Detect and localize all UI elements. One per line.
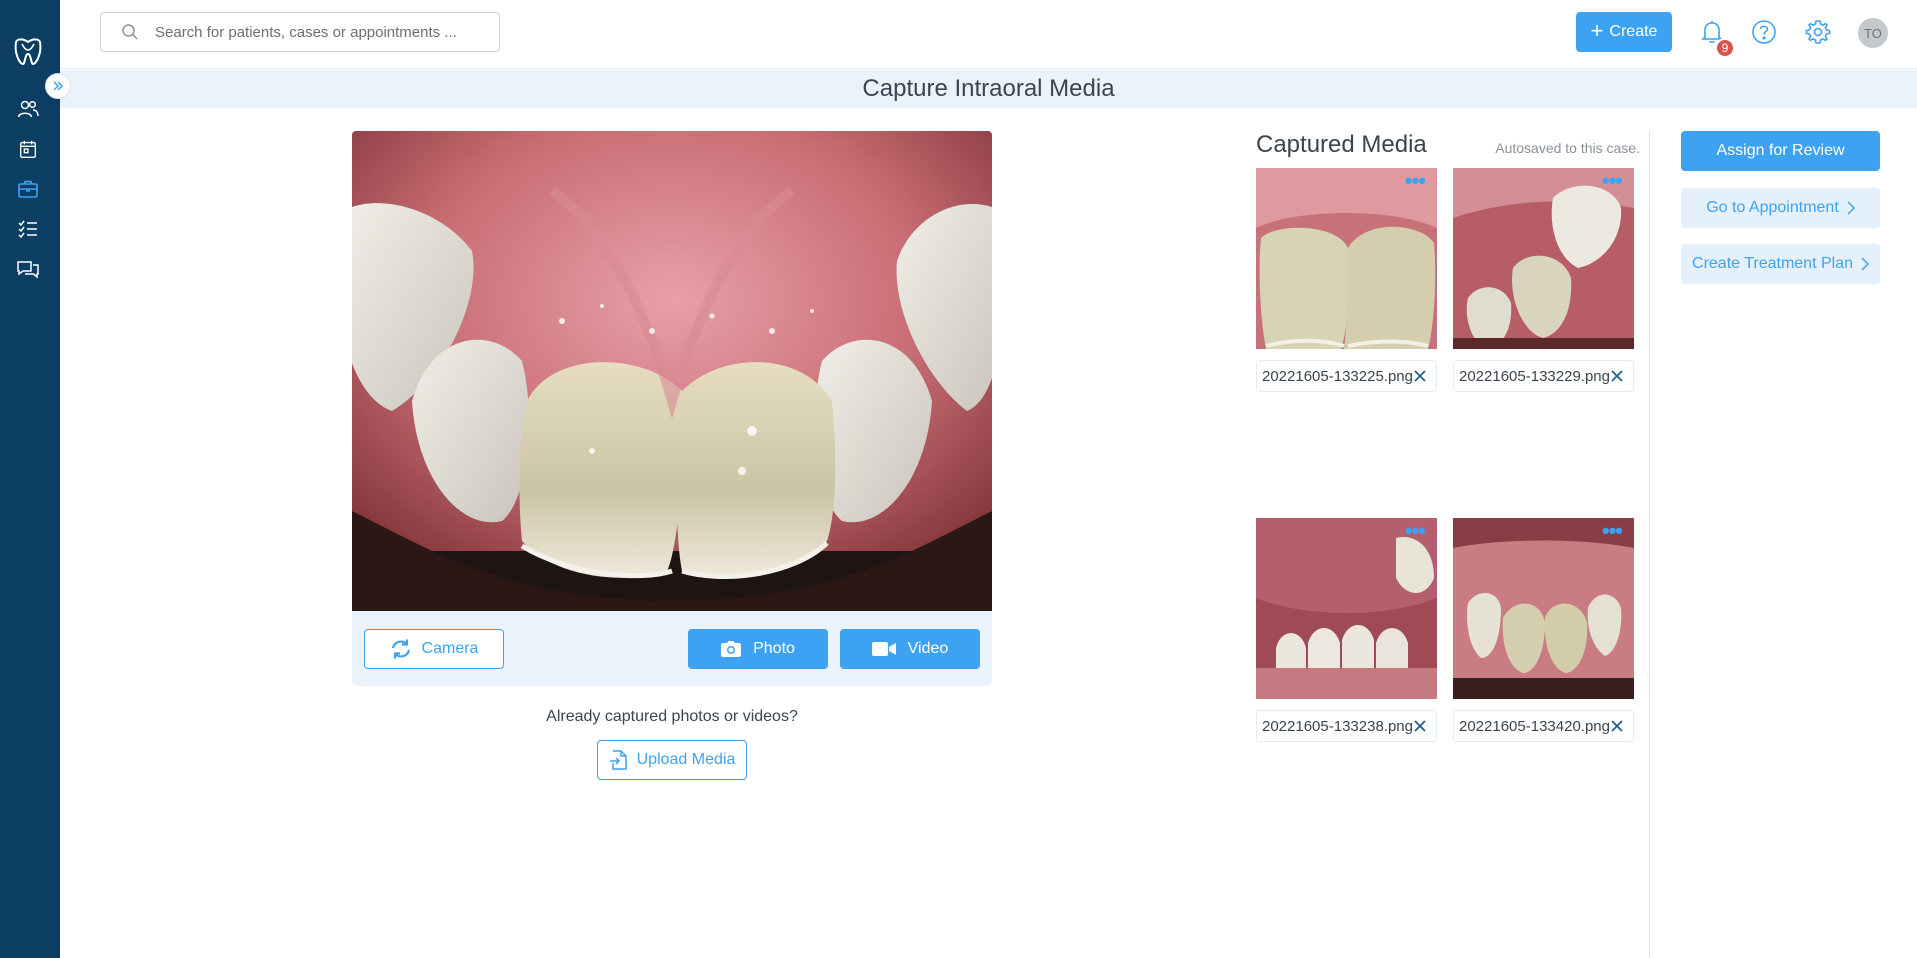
page-title-band: Capture Intraoral Media <box>60 70 1917 108</box>
patients-icon <box>17 100 39 118</box>
media-thumbnail-3[interactable]: ••• <box>1256 518 1437 699</box>
search-box[interactable] <box>100 12 500 52</box>
take-photo-button[interactable]: Photo <box>688 629 828 669</box>
video-button-label: Video <box>907 640 949 657</box>
create-button-label: Create <box>1609 23 1658 40</box>
already-captured-text: Already captured photos or videos? <box>546 708 798 725</box>
refresh-icon <box>391 639 410 659</box>
thumbnail-image <box>1256 168 1437 349</box>
more-options-icon[interactable]: ••• <box>1602 170 1623 192</box>
user-avatar[interactable]: TO <box>1858 18 1888 48</box>
go-to-appointment-label: Go to Appointment <box>1706 199 1839 216</box>
double-chevron-right-icon <box>53 81 64 91</box>
upload-media-button[interactable]: Upload Media <box>597 740 747 780</box>
thumbnail-image <box>1453 168 1634 349</box>
file-upload-icon <box>609 750 627 770</box>
video-camera-icon <box>871 642 896 656</box>
upload-media-label: Upload Media <box>636 751 736 768</box>
top-bar: + Create 9 TO <box>60 0 1917 69</box>
help-button[interactable] <box>1750 18 1778 46</box>
sidebar-item-messages[interactable] <box>14 255 42 283</box>
sidebar-item-calendar[interactable] <box>14 135 42 163</box>
chevron-right-icon <box>1861 257 1869 271</box>
thumbnail-image <box>1453 518 1634 699</box>
vertical-divider <box>1649 131 1650 958</box>
camera-button-label: Camera <box>421 640 479 657</box>
camera-icon <box>721 641 742 657</box>
thumbnail-image <box>1256 518 1437 699</box>
media-thumbnail-1[interactable]: ••• <box>1256 168 1437 349</box>
media-filename-2: 20221605-133229.png <box>1453 360 1634 392</box>
remove-media-icon[interactable] <box>1609 718 1625 734</box>
calendar-icon <box>19 140 37 158</box>
assign-for-review-button[interactable]: Assign for Review <box>1681 131 1880 171</box>
more-options-icon[interactable]: ••• <box>1405 520 1426 542</box>
sidebar-item-tasks[interactable] <box>14 215 42 243</box>
filename-text: 20221605-133225.png <box>1262 367 1413 385</box>
search-input[interactable] <box>155 23 485 41</box>
remove-media-icon[interactable] <box>1412 718 1428 734</box>
more-options-icon[interactable]: ••• <box>1602 520 1623 542</box>
settings-button[interactable] <box>1804 18 1832 46</box>
plus-icon: + <box>1590 18 1604 43</box>
search-icon <box>122 24 138 40</box>
sidebar-expand-button[interactable] <box>45 73 71 99</box>
go-to-appointment-button[interactable]: Go to Appointment <box>1681 188 1880 228</box>
gear-icon <box>1805 20 1831 44</box>
intraoral-photo-image <box>352 131 992 611</box>
media-filename-1: 20221605-133225.png <box>1256 360 1437 392</box>
camera-preview <box>352 131 992 611</box>
remove-media-icon[interactable] <box>1609 368 1625 384</box>
record-video-button[interactable]: Video <box>840 629 980 669</box>
filename-text: 20221605-133238.png <box>1262 717 1413 735</box>
tasks-icon <box>18 220 37 239</box>
help-icon <box>1752 20 1776 44</box>
filename-text: 20221605-133420.png <box>1459 717 1610 735</box>
chevron-right-icon <box>1847 201 1855 215</box>
photo-button-label: Photo <box>753 640 795 657</box>
sidebar-item-patients[interactable] <box>14 95 42 123</box>
media-thumbnail-4[interactable]: ••• <box>1453 518 1634 699</box>
media-filename-3: 20221605-133238.png <box>1256 710 1437 742</box>
filename-text: 20221605-133229.png <box>1459 367 1610 385</box>
sidebar-item-cases[interactable] <box>14 175 42 203</box>
switch-camera-button[interactable]: Camera <box>364 629 504 669</box>
create-treatment-plan-label: Create Treatment Plan <box>1692 255 1853 272</box>
page-title: Capture Intraoral Media <box>862 75 1115 102</box>
media-thumbnail-2[interactable]: ••• <box>1453 168 1634 349</box>
notification-count-badge: 9 <box>1715 38 1735 58</box>
tooth-logo-icon[interactable] <box>10 34 46 70</box>
remove-media-icon[interactable] <box>1412 368 1428 384</box>
capture-controls: Camera Photo Video <box>352 611 992 686</box>
more-options-icon[interactable]: ••• <box>1405 170 1426 192</box>
create-button[interactable]: + Create <box>1576 12 1672 52</box>
media-filename-4: 20221605-133420.png <box>1453 710 1634 742</box>
captured-media-title: Captured Media <box>1256 131 1427 158</box>
autosave-status: Autosaved to this case. <box>1495 140 1640 156</box>
cases-icon <box>18 180 38 198</box>
sidebar <box>0 0 60 958</box>
create-treatment-plan-button[interactable]: Create Treatment Plan <box>1681 244 1880 284</box>
messages-icon <box>17 261 39 279</box>
